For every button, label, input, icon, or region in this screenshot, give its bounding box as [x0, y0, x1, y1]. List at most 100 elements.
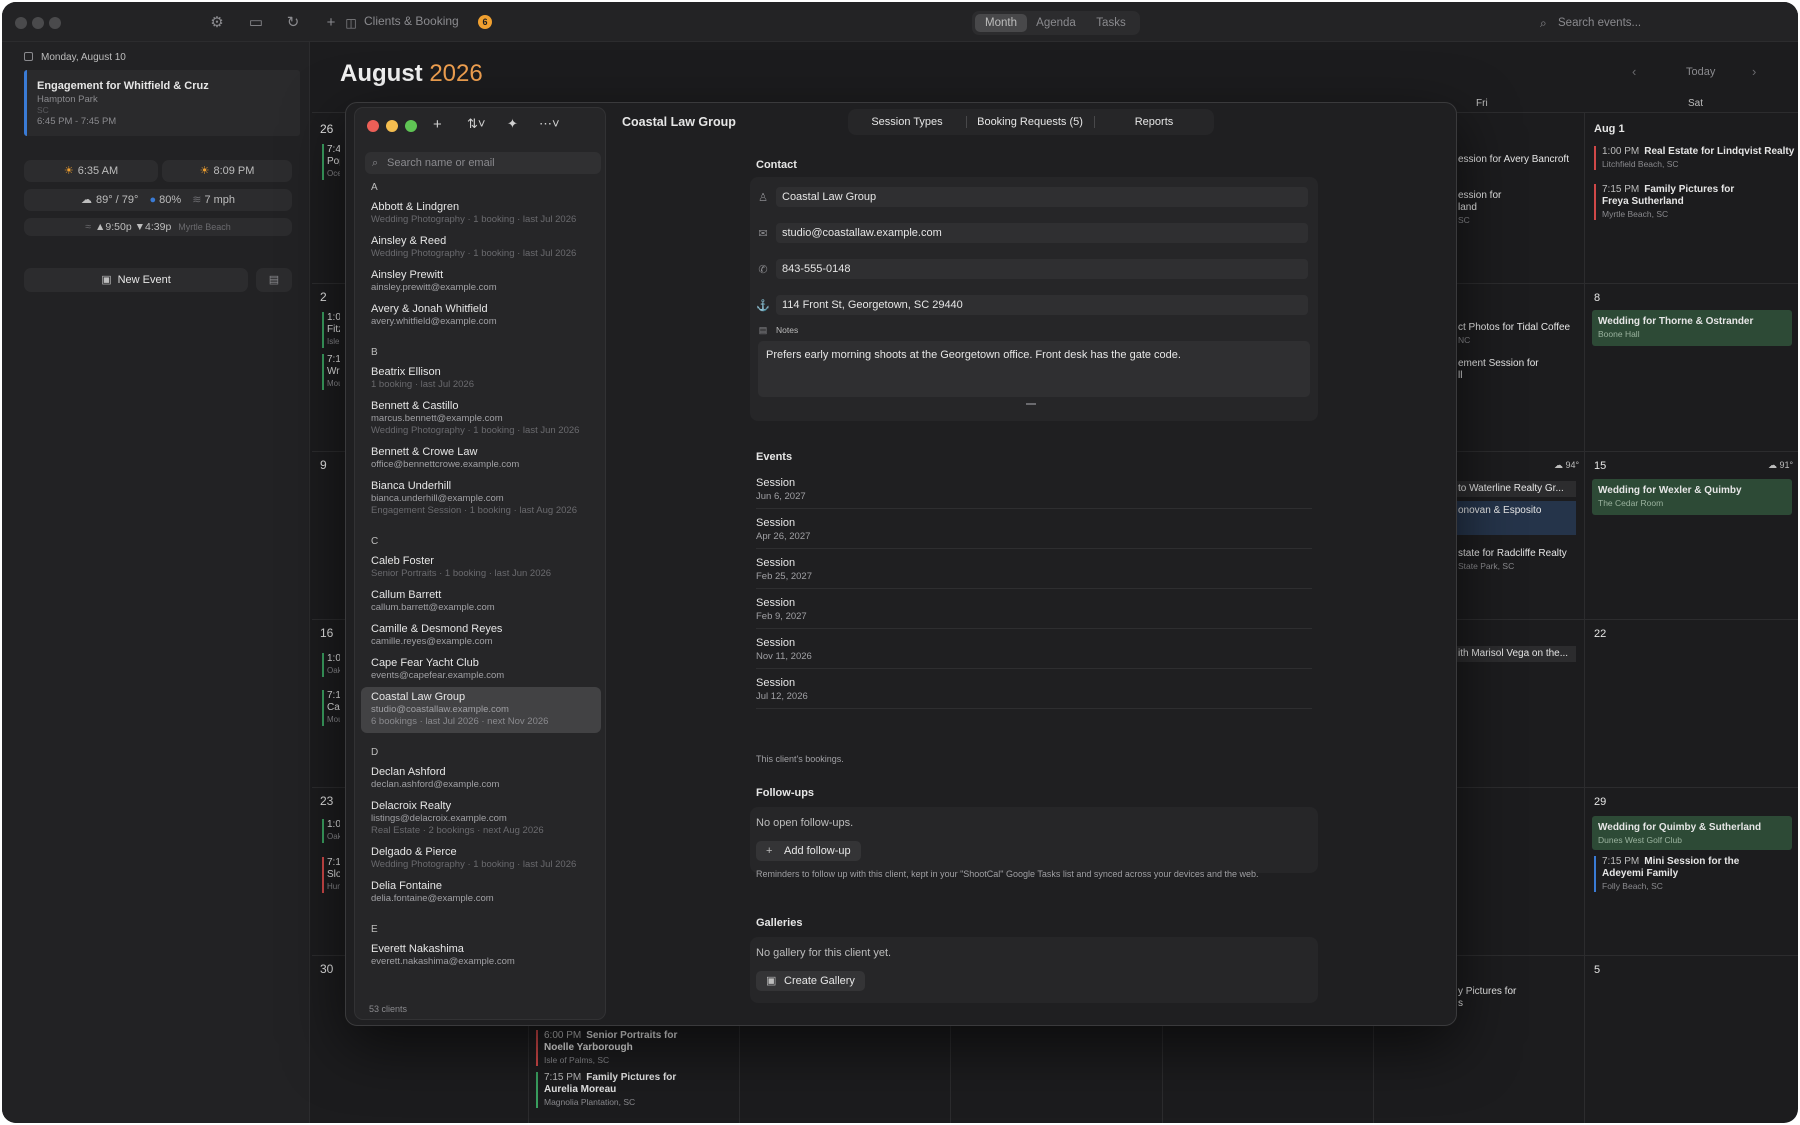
- close-window-button[interactable]: [367, 120, 379, 132]
- search-events-input[interactable]: ⌕ Search events...: [1532, 11, 1788, 35]
- minimize-window-button[interactable]: [32, 17, 44, 29]
- day-number[interactable]: 5: [1594, 964, 1600, 976]
- settings-icon[interactable]: ⚙: [206, 12, 228, 34]
- client-address-field[interactable]: 114 Front St, Georgetown, SC 29440: [776, 295, 1308, 315]
- calendar-event[interactable]: Wedding for Wexler & Quimby The Cedar Roo…: [1592, 479, 1792, 515]
- event-row[interactable]: Session Feb 25, 2027: [756, 549, 1312, 589]
- calendar-event[interactable]: to Waterline Realty Gr...: [1452, 481, 1576, 497]
- event-row[interactable]: Session Jun 6, 2027: [756, 469, 1312, 509]
- tide-pill: ≈ ▲9:50p ▼4:39p Myrtle Beach: [24, 218, 292, 236]
- client-list-item[interactable]: Bianca Underhill bianca.underhill@example…: [361, 476, 601, 522]
- calendar-event[interactable]: 7:4PopOce: [322, 144, 340, 180]
- tab-tasks[interactable]: Tasks: [1085, 14, 1137, 32]
- calendar-event[interactable]: 7:15 PM Family Pictures for Aurelia Moreau…: [536, 1072, 676, 1108]
- add-client-icon[interactable]: +: [433, 116, 442, 133]
- resize-handle[interactable]: [1026, 403, 1036, 405]
- day-number[interactable]: 23: [320, 794, 333, 808]
- event-row[interactable]: Session Feb 9, 2027: [756, 589, 1312, 629]
- clients-icon[interactable]: ◫: [340, 12, 362, 34]
- day-number[interactable]: 16: [320, 626, 333, 640]
- calendar-event[interactable]: 7:1SloHun: [322, 857, 340, 893]
- window-title[interactable]: Clients & Booking: [364, 14, 459, 28]
- sort-icon[interactable]: ⇅˅: [467, 116, 485, 132]
- client-list-item[interactable]: Ainsley Prewitt ainsley.prewitt@example.c…: [361, 265, 601, 299]
- add-follow-up-button[interactable]: + Add follow-up: [756, 841, 861, 861]
- calendar-event[interactable]: 1:0Oak: [322, 653, 340, 677]
- calendar-event[interactable]: 7:1WreMou: [322, 354, 340, 390]
- sidebar-list-icon[interactable]: ▤: [256, 268, 292, 292]
- calendar-event[interactable]: Wedding for Thorne & Ostrander Boone Hall: [1592, 310, 1792, 346]
- day-number[interactable]: Aug 1: [1594, 123, 1625, 135]
- close-window-button[interactable]: [15, 17, 27, 29]
- calendar-event[interactable]: 1:0Oak: [322, 819, 340, 843]
- day-number[interactable]: 15: [1594, 460, 1606, 472]
- more-options-icon[interactable]: ⋯˅: [539, 116, 560, 132]
- day-number[interactable]: 9: [320, 458, 327, 472]
- client-search-input[interactable]: ⌕ Search name or email: [365, 152, 601, 174]
- event-row[interactable]: Session Apr 26, 2027: [756, 509, 1312, 549]
- zoom-window-button[interactable]: [49, 17, 61, 29]
- calendar-event[interactable]: 1:00 PM Real Estate for Lindqvist Realty L…: [1594, 146, 1794, 170]
- client-list-item[interactable]: Abbott & Lindgren Wedding Photography · 1…: [361, 197, 601, 231]
- calendar-event[interactable]: 7:1CasMou: [322, 690, 340, 726]
- client-email-field[interactable]: studio@coastallaw.example.com: [776, 223, 1308, 243]
- calendar-event[interactable]: y Pictures for: [1452, 986, 1516, 998]
- day-number[interactable]: 29: [1594, 796, 1606, 808]
- tab-month[interactable]: Month: [975, 14, 1027, 32]
- client-list-item[interactable]: Cape Fear Yacht Club events@capefear.exam…: [361, 653, 601, 687]
- calendar-event[interactable]: state for Radcliffe Realty: [1452, 548, 1567, 560]
- chevron-left-icon[interactable]: ‹: [1632, 64, 1636, 79]
- tab-session-types[interactable]: Session Types: [848, 109, 966, 135]
- client-list-item[interactable]: Beatrix Ellison 1 booking · last Jul 2026: [361, 362, 601, 396]
- client-list-item[interactable]: Delgado & Pierce Wedding Photography · 1 …: [361, 842, 601, 876]
- client-list-item[interactable]: Delia Fontaine delia.fontaine@example.com: [361, 876, 601, 910]
- day-number[interactable]: 30: [320, 962, 333, 976]
- calendar-event[interactable]: ement Session for: [1452, 358, 1539, 370]
- calendar-event[interactable]: 6:00 PM Senior Portraits for Noelle Yarbor…: [536, 1030, 677, 1066]
- calendar-icon[interactable]: ▭: [245, 12, 267, 34]
- calendar-event[interactable]: 7:15 PM Mini Session for the Adeyemi Famil…: [1594, 856, 1739, 892]
- event-row[interactable]: Session Nov 11, 2026: [756, 629, 1312, 669]
- client-list-item[interactable]: Camille & Desmond Reyes camille.reyes@exa…: [361, 619, 601, 653]
- calendar-event[interactable]: 7:15 PM Family Pictures for Freya Sutherla…: [1594, 184, 1734, 220]
- calendar-event[interactable]: ession for: [1452, 190, 1501, 202]
- calendar-event[interactable]: ession for Avery Bancroft: [1452, 154, 1569, 166]
- day-number[interactable]: 26: [320, 122, 333, 136]
- client-list-item[interactable]: Ainsley & Reed Wedding Photography · 1 bo…: [361, 231, 601, 265]
- client-phone-field[interactable]: 843-555-0148: [776, 259, 1308, 279]
- sidebar-event-card[interactable]: Engagement for Whitfield & Cruz Hampton …: [24, 70, 300, 136]
- add-icon[interactable]: +: [320, 12, 342, 34]
- client-list-item[interactable]: Avery & Jonah Whitfield avery.whitfield@e…: [361, 299, 601, 333]
- client-list-item[interactable]: Caleb Foster Senior Portraits · 1 booking…: [361, 551, 601, 585]
- client-list-item[interactable]: Everett Nakashima everett.nakashima@examp…: [361, 939, 601, 973]
- create-gallery-button[interactable]: ▣ Create Gallery: [756, 971, 865, 991]
- day-number[interactable]: 8: [1594, 292, 1600, 304]
- tab-booking-requests[interactable]: Booking Requests (5): [966, 109, 1094, 135]
- client-name-field[interactable]: Coastal Law Group: [776, 187, 1308, 207]
- sparkle-icon[interactable]: ✦: [507, 116, 518, 132]
- calendar-event[interactable]: ct Photos for Tidal Coffee: [1452, 322, 1570, 334]
- zoom-window-button[interactable]: [405, 120, 417, 132]
- event-row[interactable]: Session Jul 12, 2026: [756, 669, 1312, 709]
- minimize-window-button[interactable]: [386, 120, 398, 132]
- client-list-item[interactable]: Coastal Law Group studio@coastallaw.examp…: [361, 687, 601, 733]
- calendar-event[interactable]: ith Marisol Vega on the...: [1452, 646, 1576, 662]
- client-list-item[interactable]: Bennett & Castillo marcus.bennett@example…: [361, 396, 601, 442]
- client-list-item[interactable]: Declan Ashford declan.ashford@example.com: [361, 762, 601, 796]
- day-number[interactable]: 2: [320, 290, 327, 304]
- calendar-event[interactable]: 1:0FitzIsle: [322, 312, 340, 348]
- calendar-event[interactable]: onovan & Esposito: [1452, 501, 1576, 535]
- client-list-item[interactable]: Bennett & Crowe Law office@bennettcrowe.e…: [361, 442, 601, 476]
- today-button[interactable]: Today: [1686, 66, 1715, 78]
- refresh-icon[interactable]: ↻: [282, 12, 304, 34]
- calendar-event[interactable]: Wedding for Quimby & Sutherland Dunes Wes…: [1592, 816, 1792, 850]
- client-notes-field[interactable]: Prefers early morning shoots at the Geor…: [758, 341, 1310, 397]
- day-number[interactable]: 22: [1594, 628, 1606, 640]
- chevron-right-icon[interactable]: ›: [1752, 64, 1756, 79]
- tab-reports[interactable]: Reports: [1094, 109, 1214, 135]
- client-list-item[interactable]: Callum Barrett callum.barrett@example.com: [361, 585, 601, 619]
- new-event-button[interactable]: ▣ New Event: [24, 268, 248, 292]
- client-list-item[interactable]: Delacroix Realty listings@delacroix.examp…: [361, 796, 601, 842]
- tab-agenda[interactable]: Agenda: [1029, 14, 1083, 32]
- calendar-event[interactable]: State Park, SC: [1452, 560, 1514, 572]
